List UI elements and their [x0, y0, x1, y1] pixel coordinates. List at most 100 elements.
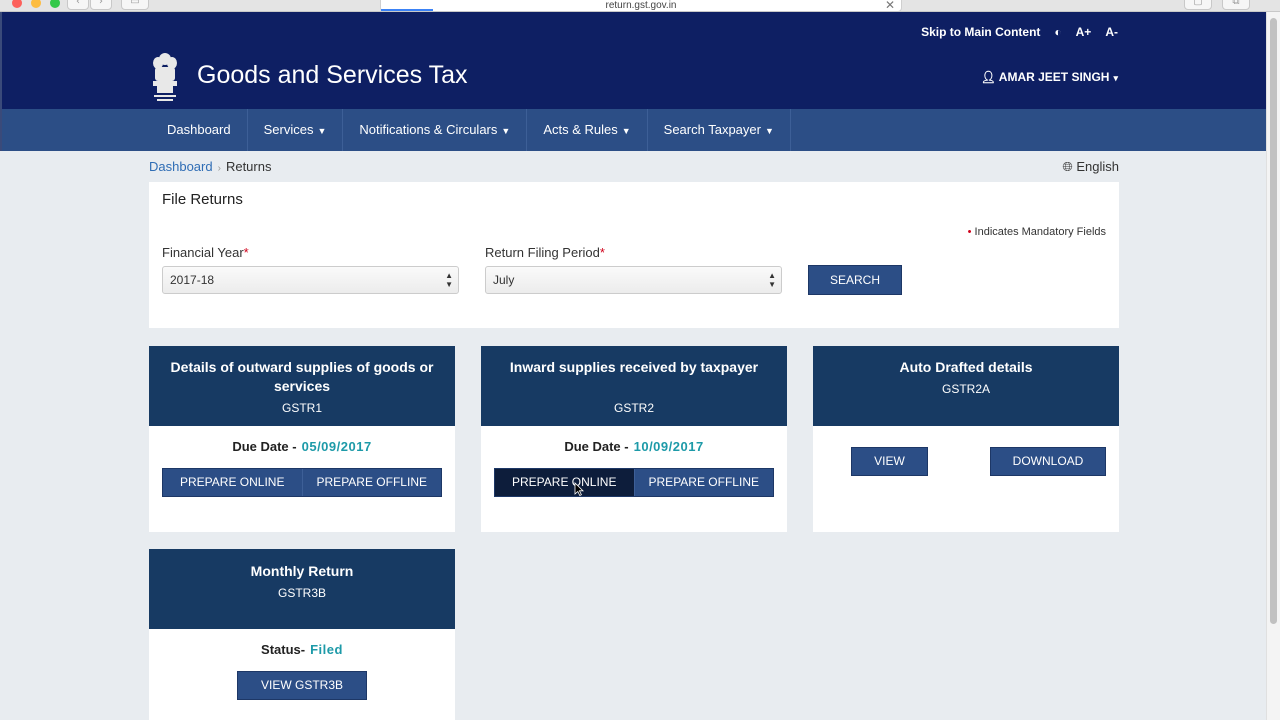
language-selector[interactable]: 🌐︎ English — [1062, 159, 1119, 175]
share-icon: ▢ — [1193, 0, 1203, 7]
card-header: Monthly Return GSTR3B — [149, 549, 455, 629]
return-period-select[interactable]: July ▲ ▼ — [485, 266, 782, 294]
due-date: Due Date - 05/09/2017 — [149, 439, 455, 454]
tabs-icon: ⧉ — [1232, 0, 1240, 7]
financial-year-value: 2017-18 — [170, 273, 215, 287]
breadcrumb-dashboard-link[interactable]: Dashboard — [149, 159, 213, 174]
nav-acts-rules-label: Acts & Rules — [543, 122, 618, 137]
card-gstr3b: Monthly Return GSTR3B Status- Filed VIEW … — [149, 549, 455, 720]
card-header: Details of outward supplies of goods or … — [149, 346, 455, 426]
globe-icon: 🌐︎ — [1062, 159, 1077, 174]
action-button-group: PREPARE ONLINE PREPARE OFFLINE — [494, 468, 774, 497]
card-header: Auto Drafted details GSTR2A — [813, 346, 1119, 426]
nav-services[interactable]: Services ▼ — [248, 109, 344, 151]
card-title: Details of outward supplies of goods or … — [170, 359, 434, 394]
caret-down-icon: ▼ — [317, 126, 327, 136]
chevron-down-icon: ▾ — [1113, 73, 1118, 83]
required-asterisk: * — [599, 245, 605, 260]
card-code: GSTR1 — [281, 401, 322, 415]
site-header: Skip to Main Content ◐ A+ A- Goods and S… — [0, 12, 1266, 109]
caret-down-icon: ▼ — [501, 126, 511, 136]
contrast-icon[interactable]: ◐ — [1054, 25, 1061, 39]
user-menu[interactable]: 👤︎ AMAR JEET SINGH ▾ — [981, 70, 1118, 84]
due-date-label: Due Date - — [232, 439, 297, 454]
required-asterisk: * — [243, 245, 249, 260]
font-decrease-button[interactable]: A- — [1105, 25, 1118, 39]
sidebar-button[interactable]: ▭ — [121, 0, 149, 10]
breadcrumb: Dashboard › Returns — [149, 159, 271, 174]
page-scrollbar[interactable] — [1266, 12, 1280, 720]
chevron-left-icon: ‹ — [76, 0, 80, 7]
forward-button[interactable]: › — [90, 0, 112, 10]
panel-title: File Returns — [162, 191, 243, 208]
card-title: Auto Drafted details — [899, 359, 1033, 375]
caret-down-icon: ▼ — [621, 126, 631, 136]
accessibility-links: Skip to Main Content ◐ A+ A- — [921, 25, 1118, 39]
due-date-value: 05/09/2017 — [301, 439, 372, 454]
card-code: GSTR2 — [613, 401, 654, 415]
card-gstr2: Inward supplies received by taxpayer GST… — [481, 346, 787, 532]
close-window-button[interactable] — [12, 0, 22, 8]
financial-year-select[interactable]: 2017-18 ▲ ▼ — [162, 266, 459, 294]
due-date-label: Due Date - — [564, 439, 629, 454]
financial-year-label-text: Financial Year — [162, 245, 244, 260]
chevron-right-icon: › — [99, 0, 103, 7]
return-period-value: July — [493, 273, 515, 287]
status: Status- Filed — [149, 642, 455, 657]
user-icon: 👤︎ — [980, 70, 999, 84]
card-header: Inward supplies received by taxpayer GST… — [481, 346, 787, 426]
nav-dashboard-label: Dashboard — [167, 122, 231, 137]
nav-dashboard[interactable]: Dashboard — [151, 109, 248, 151]
period-label: Return Filing Period* — [485, 245, 605, 260]
address-bar[interactable]: return.gst.gov.in ✕ — [380, 0, 902, 11]
page-load-progress — [381, 9, 433, 11]
tab-overview-button[interactable]: ⧉ — [1222, 0, 1250, 10]
financial-year-label: Financial Year* — [162, 245, 249, 260]
breadcrumb-separator-icon: › — [217, 163, 221, 174]
user-name: AMAR JEET SINGH — [998, 70, 1110, 84]
nav-acts-rules[interactable]: Acts & Rules ▼ — [527, 109, 648, 151]
card-title: Monthly Return — [250, 563, 354, 579]
browser-toolbar: ‹ › ▭ return.gst.gov.in ✕ ▢ ⧉ — [0, 0, 1280, 12]
prepare-offline-button[interactable]: PREPARE OFFLINE — [633, 469, 773, 496]
status-value: Filed — [310, 642, 343, 657]
card-gstr2a: Auto Drafted details GSTR2A VIEW DOWNLOA… — [813, 346, 1119, 532]
download-button[interactable]: DOWNLOAD — [990, 447, 1106, 476]
stop-loading-icon[interactable]: ✕ — [885, 0, 895, 11]
minimize-window-button[interactable] — [31, 0, 41, 8]
period-label-text: Return Filing Period — [485, 245, 600, 260]
due-date-value: 10/09/2017 — [633, 439, 704, 454]
prepare-online-button[interactable]: PREPARE ONLINE — [495, 469, 634, 496]
view-gstr3b-button[interactable]: VIEW GSTR3B — [237, 671, 367, 700]
due-date: Due Date - 10/09/2017 — [481, 439, 787, 454]
status-label: Status- — [261, 642, 306, 657]
scrollbar-thumb[interactable] — [1270, 18, 1277, 624]
site-title[interactable]: Goods and Services Tax — [197, 61, 468, 90]
nav-search-taxpayer[interactable]: Search Taxpayer ▼ — [648, 109, 791, 151]
breadcrumb-current: Returns — [225, 159, 272, 174]
mouse-cursor-icon — [574, 482, 584, 496]
national-emblem-icon — [153, 53, 177, 101]
caret-down-icon: ▼ — [764, 126, 774, 136]
card-code: GSTR3B — [277, 586, 326, 600]
language-label: English — [1076, 159, 1119, 174]
back-button[interactable]: ‹ — [67, 0, 89, 10]
mandatory-note: • Indicates Mandatory Fields — [968, 226, 1106, 238]
nav-notifications[interactable]: Notifications & Circulars ▼ — [343, 109, 528, 151]
card-gstr1: Details of outward supplies of goods or … — [149, 346, 455, 532]
select-arrows-icon: ▲ ▼ — [768, 271, 776, 289]
font-increase-button[interactable]: A+ — [1076, 25, 1092, 39]
search-button[interactable]: SEARCH — [808, 265, 902, 295]
skip-to-main-link[interactable]: Skip to Main Content — [921, 25, 1040, 39]
card-title: Inward supplies received by taxpayer — [509, 359, 759, 375]
view-button[interactable]: VIEW — [851, 447, 928, 476]
prepare-online-button[interactable]: PREPARE ONLINE — [163, 469, 302, 496]
mandatory-dot-icon: • — [967, 226, 972, 238]
zoom-window-button[interactable] — [50, 0, 60, 8]
url-text: return.gst.gov.in — [605, 0, 677, 11]
mandatory-note-text: Indicates Mandatory Fields — [974, 226, 1106, 238]
prepare-offline-button[interactable]: PREPARE OFFLINE — [301, 469, 441, 496]
select-arrows-icon: ▲ ▼ — [445, 271, 453, 289]
sidebar-icon: ▭ — [130, 0, 140, 7]
share-button[interactable]: ▢ — [1184, 0, 1212, 10]
